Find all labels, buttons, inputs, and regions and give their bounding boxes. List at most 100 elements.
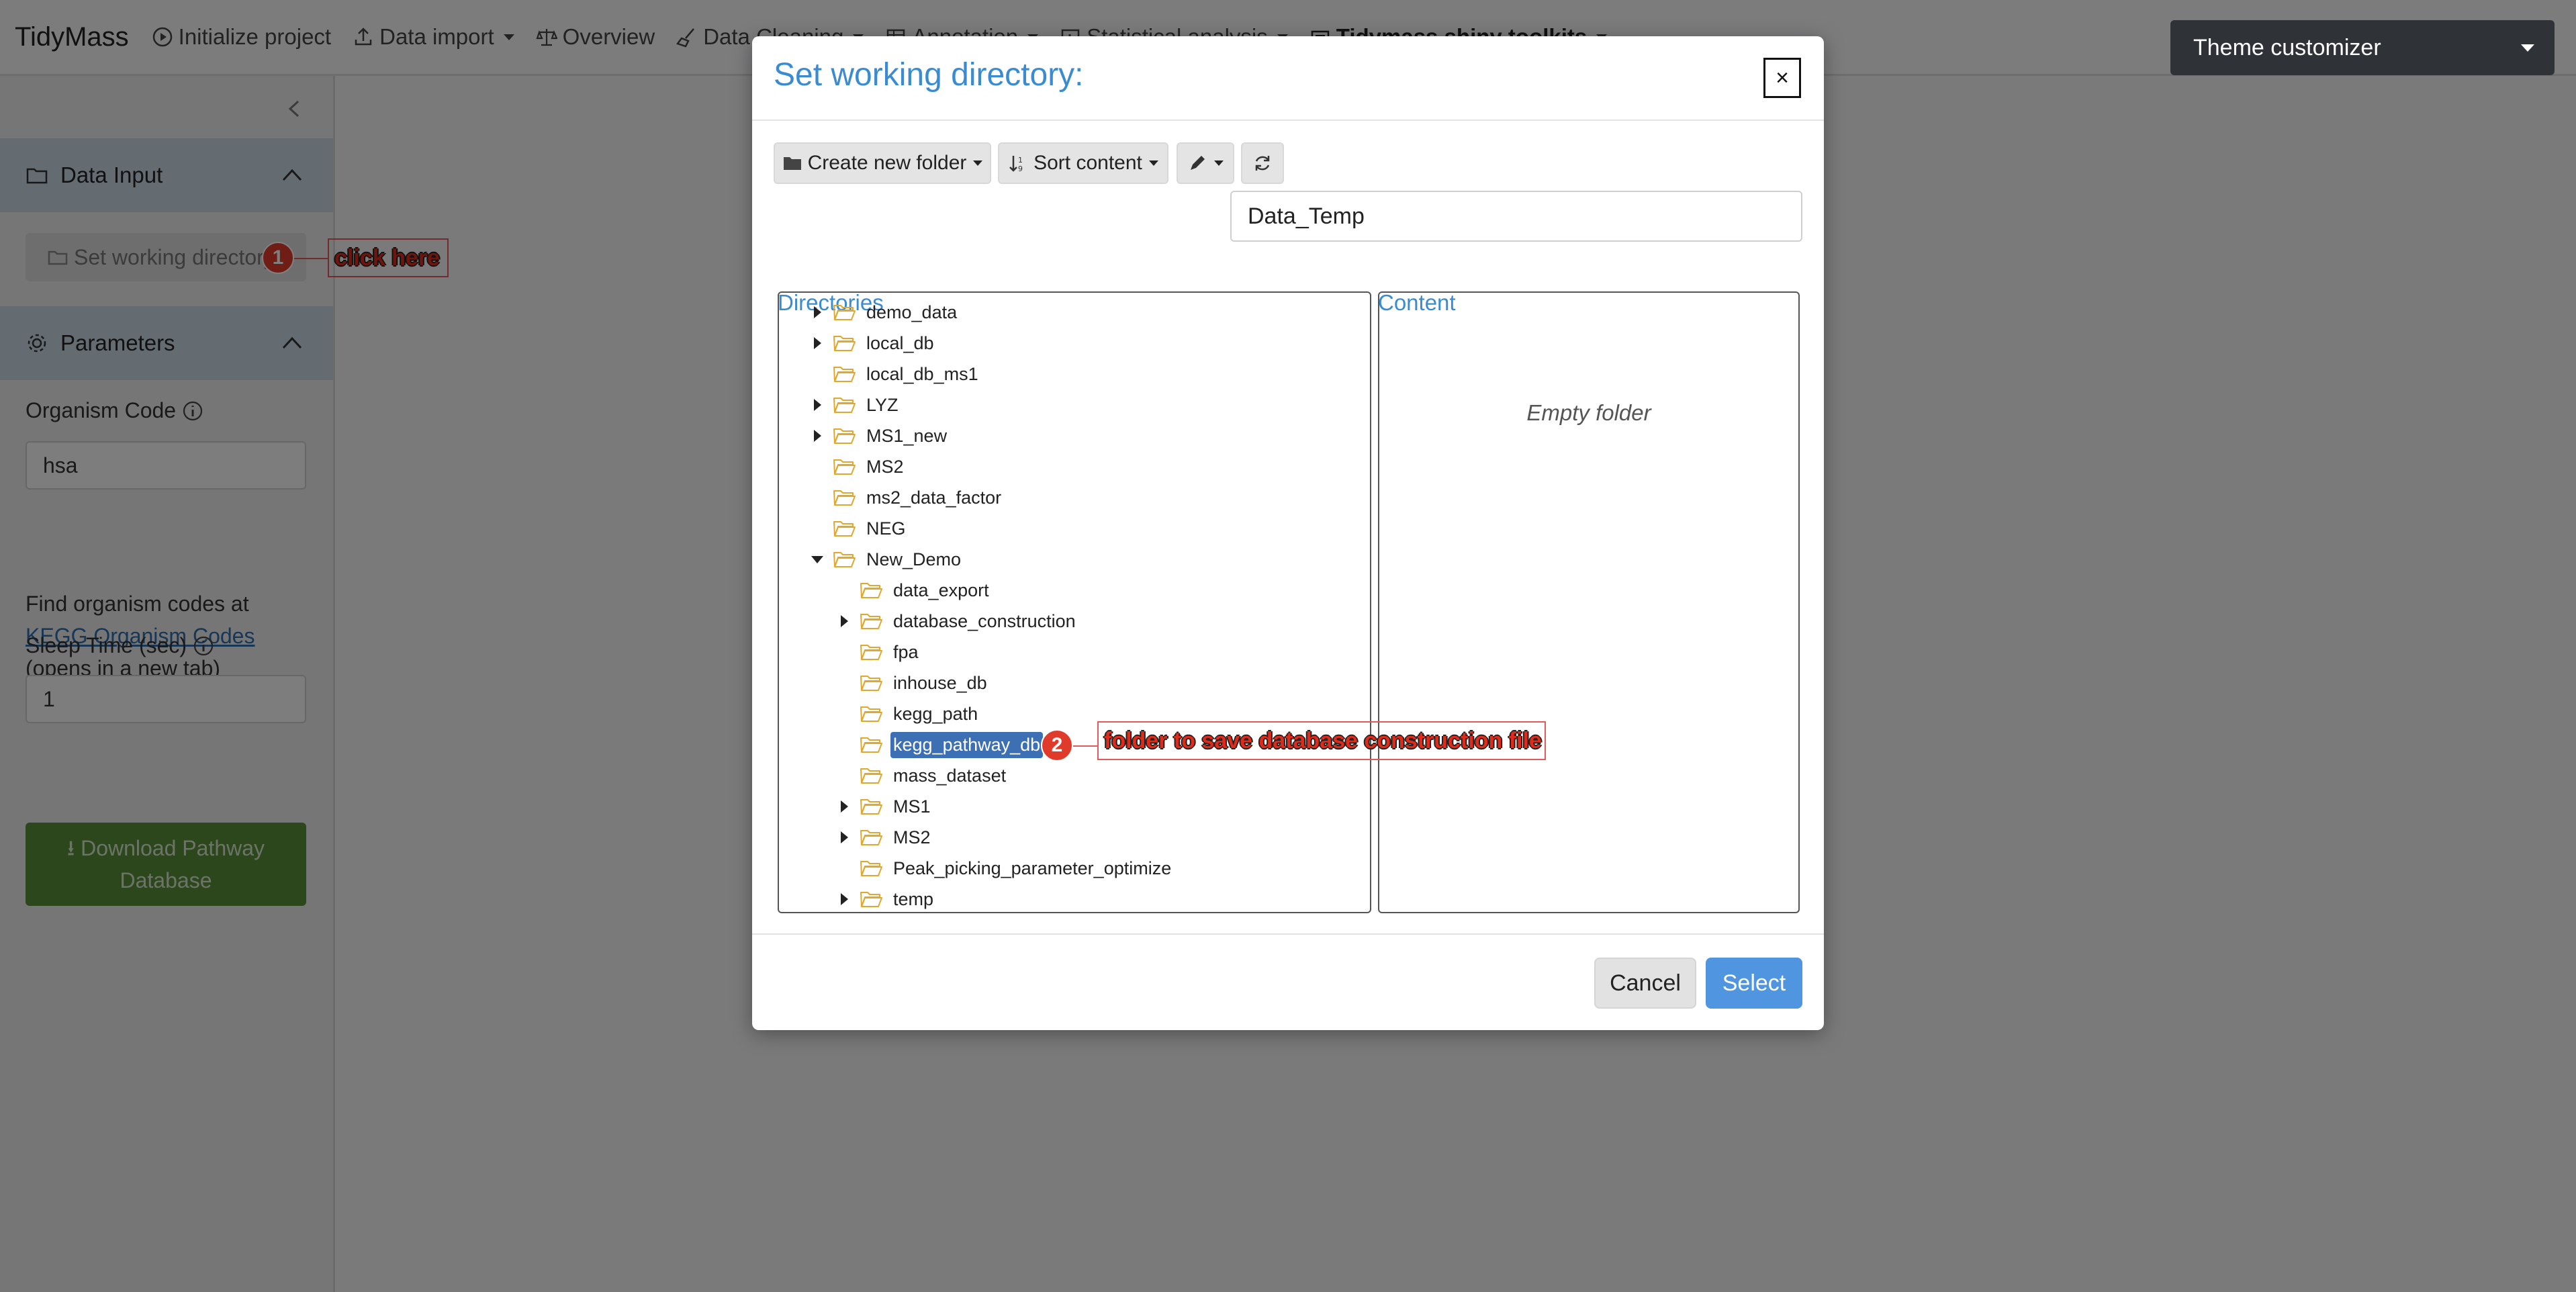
tree-node-label: Peak_picking_parameter_optimize	[893, 858, 1172, 878]
button-label: Sort content	[1033, 152, 1142, 174]
folder-open-icon	[860, 706, 882, 722]
tree-node[interactable]: database_construction	[837, 606, 1078, 637]
chevron-down-icon	[1148, 160, 1158, 166]
tree-node-label: MS1	[893, 796, 931, 817]
caret-right-icon[interactable]	[837, 799, 852, 814]
caret-right-icon[interactable]	[810, 398, 825, 412]
folder-open-icon	[833, 428, 856, 444]
folder-open-icon	[833, 336, 856, 351]
theme-customizer-dropdown[interactable]: Theme customizer	[2170, 20, 2555, 75]
folder-open-icon	[833, 459, 856, 475]
tree-node[interactable]: MS2	[810, 451, 907, 482]
tree-node[interactable]: inhouse_db	[837, 667, 990, 698]
caret-right-icon[interactable]	[810, 305, 825, 320]
theme-customizer-label: Theme customizer	[2193, 34, 2381, 60]
chevron-down-icon	[973, 160, 983, 166]
caret-right-icon[interactable]	[810, 336, 825, 351]
tree-node[interactable]: NEG	[810, 513, 909, 544]
chevron-down-icon	[1214, 160, 1224, 166]
tree-node[interactable]: ms2_data_factor	[810, 482, 1004, 513]
folder-open-icon	[860, 768, 882, 784]
tree-node[interactable]: demo_data	[810, 297, 960, 328]
tree-node[interactable]: LYZ	[810, 389, 901, 420]
callout-leader-2	[1073, 745, 1097, 747]
tree-node[interactable]: MS2	[837, 822, 933, 853]
tree-node-label: temp	[893, 888, 934, 909]
caret-down-icon[interactable]	[810, 552, 825, 567]
tree-node-label: kegg_path	[893, 703, 978, 724]
pencil-icon	[1191, 156, 1205, 170]
tree-node-label: demo_data	[866, 302, 958, 322]
tree-node-label: database_construction	[893, 610, 1076, 631]
chevron-down-icon	[2521, 44, 2534, 52]
refresh-icon	[1255, 156, 1270, 171]
folder-open-icon	[833, 521, 856, 537]
set-working-directory-modal: Set working directory: × Create new fold…	[752, 36, 1824, 1030]
sort-content-button[interactable]: 19 Sort content	[998, 142, 1168, 184]
tree-node[interactable]: data_export	[837, 575, 992, 606]
tree-node[interactable]: New_Demo	[810, 544, 964, 575]
caret-right-icon[interactable]	[837, 614, 852, 629]
modal-header-divider	[752, 120, 1824, 121]
tree-node[interactable]: temp	[837, 884, 936, 912]
content-panel: Empty folder	[1378, 291, 1800, 913]
directory-path-input[interactable]: Data_Temp	[1230, 191, 1802, 242]
sort-icon: 19	[1009, 156, 1023, 173]
tree-node-label: mass_dataset	[893, 765, 1007, 786]
tree-node-label: inhouse_db	[893, 672, 987, 693]
folder-icon	[783, 157, 801, 170]
tree-node-label: LYZ	[866, 394, 899, 415]
caret-right-icon[interactable]	[837, 892, 852, 907]
empty-folder-text: Empty folder	[1526, 400, 1651, 425]
tree-node[interactable]: local_db_ms1	[810, 359, 981, 389]
tree-node-label: kegg_pathway_db	[890, 731, 1044, 758]
tree-node-label: local_db_ms1	[866, 363, 978, 384]
svg-text:1: 1	[1018, 156, 1023, 165]
close-button[interactable]: ×	[1763, 58, 1801, 98]
tree-node[interactable]: kegg_path	[837, 698, 980, 729]
folder-open-icon	[833, 552, 856, 567]
folder-open-icon	[833, 490, 856, 506]
folder-open-icon	[860, 861, 882, 876]
tree-node-label: data_export	[893, 580, 989, 600]
create-new-folder-button[interactable]: Create new folder	[774, 142, 991, 184]
folder-open-icon	[833, 398, 856, 413]
tree-node-label: fpa	[893, 641, 919, 662]
tree-node-label: ms2_data_factor	[866, 487, 1002, 508]
tree-node[interactable]: kegg_pathway_db	[837, 729, 1044, 760]
caret-right-icon[interactable]	[837, 830, 852, 845]
step-badge-2: 2	[1041, 729, 1073, 762]
tree-node[interactable]: MS1	[837, 791, 933, 822]
folder-open-icon	[860, 830, 882, 845]
tree-node-label: NEG	[866, 518, 906, 539]
tree-node[interactable]: mass_dataset	[837, 760, 1009, 791]
folder-open-icon	[860, 676, 882, 691]
tree-node[interactable]: local_db	[810, 328, 937, 359]
folder-open-icon	[860, 799, 882, 815]
tree-node-label: MS2	[866, 456, 904, 477]
caret-right-icon[interactable]	[810, 428, 825, 443]
button-label: Create new folder	[807, 152, 967, 174]
folder-open-icon	[860, 737, 882, 753]
folder-open-icon	[833, 367, 856, 382]
tree-node[interactable]: Peak_picking_parameter_optimize	[837, 853, 1174, 884]
tree-node-label: New_Demo	[866, 549, 962, 569]
tree-node-label: local_db	[866, 332, 934, 353]
edit-menu-button[interactable]	[1177, 142, 1234, 184]
folder-open-icon	[833, 305, 856, 320]
tree-node[interactable]: fpa	[837, 637, 921, 667]
folder-open-icon	[860, 583, 882, 598]
cancel-button[interactable]: Cancel	[1594, 958, 1696, 1009]
select-button[interactable]: Select	[1706, 958, 1802, 1009]
tree-node[interactable]: MS1_new	[810, 420, 950, 451]
folder-open-icon	[860, 614, 882, 629]
refresh-button[interactable]	[1241, 142, 1284, 184]
directory-tree[interactable]: demo_data local_db local_db_ms1 LYZ MS1_new M…	[778, 291, 1371, 913]
callout-folder-to-save: folder to save database construction fil…	[1097, 721, 1546, 760]
folder-open-icon	[860, 892, 882, 907]
tree-node-label: MS2	[893, 827, 931, 847]
modal-title: Set working directory:	[774, 57, 1084, 93]
tree-node-label: MS1_new	[866, 425, 948, 446]
modal-footer-divider	[752, 933, 1824, 935]
svg-text:9: 9	[1018, 165, 1023, 173]
